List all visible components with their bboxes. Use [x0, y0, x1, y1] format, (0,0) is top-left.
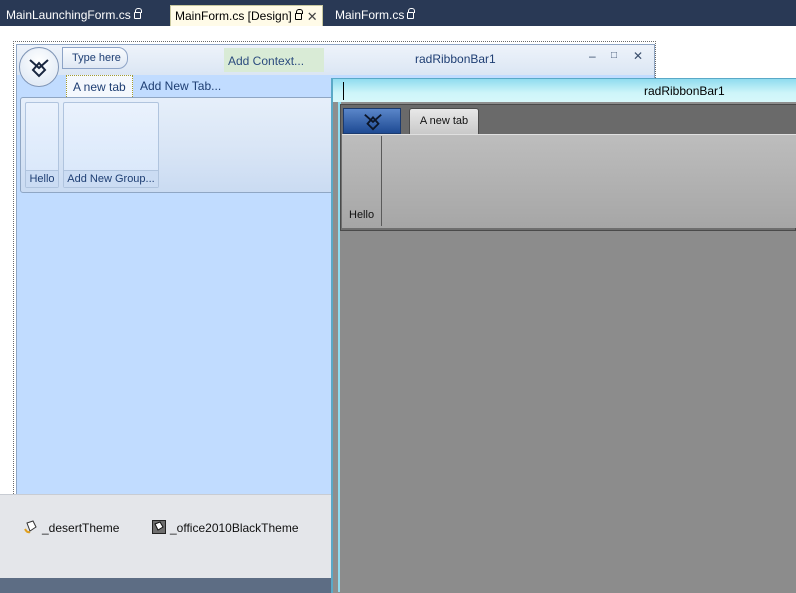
- tray-item-office2010black-theme[interactable]: _office2010BlackTheme: [152, 520, 299, 535]
- tray-item-desert-theme[interactable]: _desertTheme: [24, 520, 119, 535]
- quick-access-toolbar[interactable]: Type here: [62, 47, 128, 69]
- status-strip: [0, 578, 333, 593]
- doc-tab-label: MainForm.cs: [335, 8, 405, 22]
- tray-item-label: _office2010BlackTheme: [170, 521, 299, 535]
- preview-client-area: [340, 231, 796, 593]
- document-tab-strip: MainLaunchingForm.cs MainForm.cs [Design…: [0, 0, 796, 26]
- theme-bucket-icon: [152, 520, 166, 534]
- doc-tab-mainform[interactable]: MainForm.cs: [331, 5, 418, 26]
- doc-tab-label: MainForm.cs [Design]: [175, 9, 292, 23]
- ribbon-group-label: Add New Group...: [64, 170, 158, 187]
- preview-ribbon-body: [342, 134, 796, 228]
- maximize-button[interactable]: □: [611, 50, 617, 61]
- close-window-button[interactable]: ✕: [633, 49, 643, 63]
- doc-tab-label: MainLaunchingForm.cs: [6, 8, 131, 22]
- tray-item-label: _desertTheme: [42, 521, 120, 535]
- preview-application-button[interactable]: [343, 108, 401, 134]
- preview-group-label: Hello: [349, 209, 375, 221]
- add-context-tab[interactable]: Add Context...: [224, 48, 324, 72]
- ribbon-group-label: Hello: [26, 170, 58, 187]
- ribbon-tab-a-new-tab[interactable]: A new tab: [66, 75, 133, 97]
- lock-icon: [133, 8, 142, 19]
- component-tray: [0, 494, 333, 578]
- ribbon-tab-add-new[interactable]: Add New Tab...: [134, 75, 227, 97]
- preview-caption: radRibbonBar1: [644, 84, 725, 98]
- lock-icon: [407, 8, 416, 19]
- telerik-logo-icon: [364, 113, 382, 131]
- preview-title-bar: [333, 79, 796, 102]
- ribbon-group-add-new[interactable]: Add New Group...: [63, 102, 159, 188]
- preview-tab-a-new-tab[interactable]: A new tab: [409, 108, 479, 134]
- theme-bucket-icon: [24, 520, 37, 534]
- ribbon-caption: radRibbonBar1: [415, 52, 496, 66]
- telerik-logo-icon: [29, 59, 49, 78]
- ribbon-group-hello[interactable]: Hello: [25, 102, 59, 188]
- text-caret: [343, 82, 344, 100]
- close-icon[interactable]: ✕: [307, 6, 318, 27]
- minimize-button[interactable]: –: [589, 49, 596, 63]
- application-menu-button[interactable]: [19, 47, 59, 87]
- doc-tab-mainform-design[interactable]: MainForm.cs [Design] ✕: [170, 5, 323, 26]
- doc-tab-mainlaunchingform[interactable]: MainLaunchingForm.cs: [2, 5, 145, 26]
- lock-icon: [294, 9, 303, 20]
